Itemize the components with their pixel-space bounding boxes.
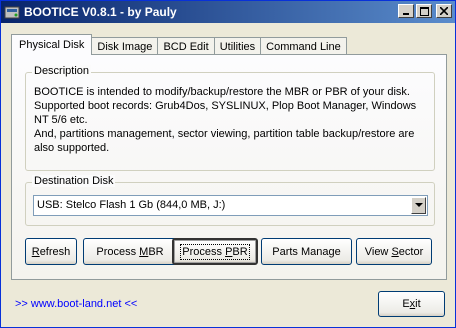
description-line: NT 5/6 etc. [34,114,88,126]
view-sector-button[interactable]: View Sector [356,238,432,265]
description-title: Description [32,65,92,77]
process-pbr-button[interactable]: Process PBR [172,238,258,265]
process-pbr-label: Process PBR [180,243,250,260]
view-sector-label: View Sector [365,246,424,258]
tab-physical-disk[interactable]: Physical Disk [11,34,93,55]
close-icon [440,7,448,15]
label-pre: View [364,245,392,258]
description-line: Supported boot records: Grub4Dos, SYSLIN… [34,100,417,112]
process-mbr-button[interactable]: Process MBR [83,238,177,265]
label-pre: Parts Manage [272,245,341,258]
tab-label: Disk Image [97,40,153,53]
description-text: BOOTICE is intended to modify/backup/res… [34,85,430,155]
minimize-button[interactable] [398,4,414,18]
tab-label: Physical Disk [19,39,85,51]
accel-key: R [31,245,40,258]
refresh-button[interactable]: Refresh [25,238,77,265]
tab-bcd-edit[interactable]: BCD Edit [157,37,215,55]
chevron-down-icon [414,203,423,207]
tab-disk-image[interactable]: Disk Image [91,37,159,55]
tab-command-line[interactable]: Command Line [260,37,347,55]
process-mbr-label: Process MBR [96,246,163,258]
window-title: BOOTICE V0.8.1 - by Pauly [24,5,177,19]
accel-key: S [391,245,399,258]
close-button[interactable] [436,4,452,18]
exit-label: Exit [402,298,420,310]
minimize-icon [403,13,409,15]
description-group: Description BOOTICE is intended to modif… [25,65,435,171]
bootice-window: BOOTICE V0.8.1 - by Pauly Physical Disk … [0,0,456,328]
tab-label: BCD Edit [163,40,209,53]
label-post: efresh [39,245,71,258]
label-pre: E [402,298,410,310]
title-bar[interactable]: BOOTICE V0.8.1 - by Pauly [1,1,455,23]
destination-disk-group: Destination Disk USB: Stelco Flash 1 Gb … [25,175,435,226]
window-controls [398,4,452,18]
physical-disk-panel: Description BOOTICE is intended to modif… [11,54,447,280]
tab-label: Utilities [219,40,256,53]
selected-disk: USB: Stelco Flash 1 Gb (844,0 MB, J:) [37,199,226,211]
app-icon [4,6,20,19]
label-pre: Process [96,245,140,258]
exit-button[interactable]: Exit [378,291,445,317]
tab-utilities[interactable]: Utilities [213,37,262,55]
label-post: BR [232,245,248,258]
maximize-icon [419,6,429,16]
destination-disk-select[interactable]: USB: Stelco Flash 1 Gb (844,0 MB, J:) [33,195,428,216]
parts-manage-button[interactable]: Parts Manage [261,238,352,265]
description-line: BOOTICE is intended to modify/backup/res… [34,86,410,98]
refresh-label: Refresh [32,246,71,258]
label-post: BR [148,245,164,258]
accel-key: M [139,245,149,258]
description-line: also supported. [34,142,110,154]
maximize-button[interactable] [416,4,432,18]
tab-strip: Physical Disk Disk Image BCD Edit Utilit… [11,34,347,55]
label-post: ector [398,245,424,258]
label-pre: Process [182,245,226,258]
destination-title: Destination Disk [32,175,116,187]
dropdown-button[interactable] [411,197,426,214]
parts-manage-label: Parts Manage [272,246,340,258]
label-post: it [415,298,421,310]
boot-land-link[interactable]: >> www.boot-land.net << [15,298,137,310]
tab-label: Command Line [266,40,341,53]
description-line: And, partitions management, sector viewi… [34,128,415,140]
